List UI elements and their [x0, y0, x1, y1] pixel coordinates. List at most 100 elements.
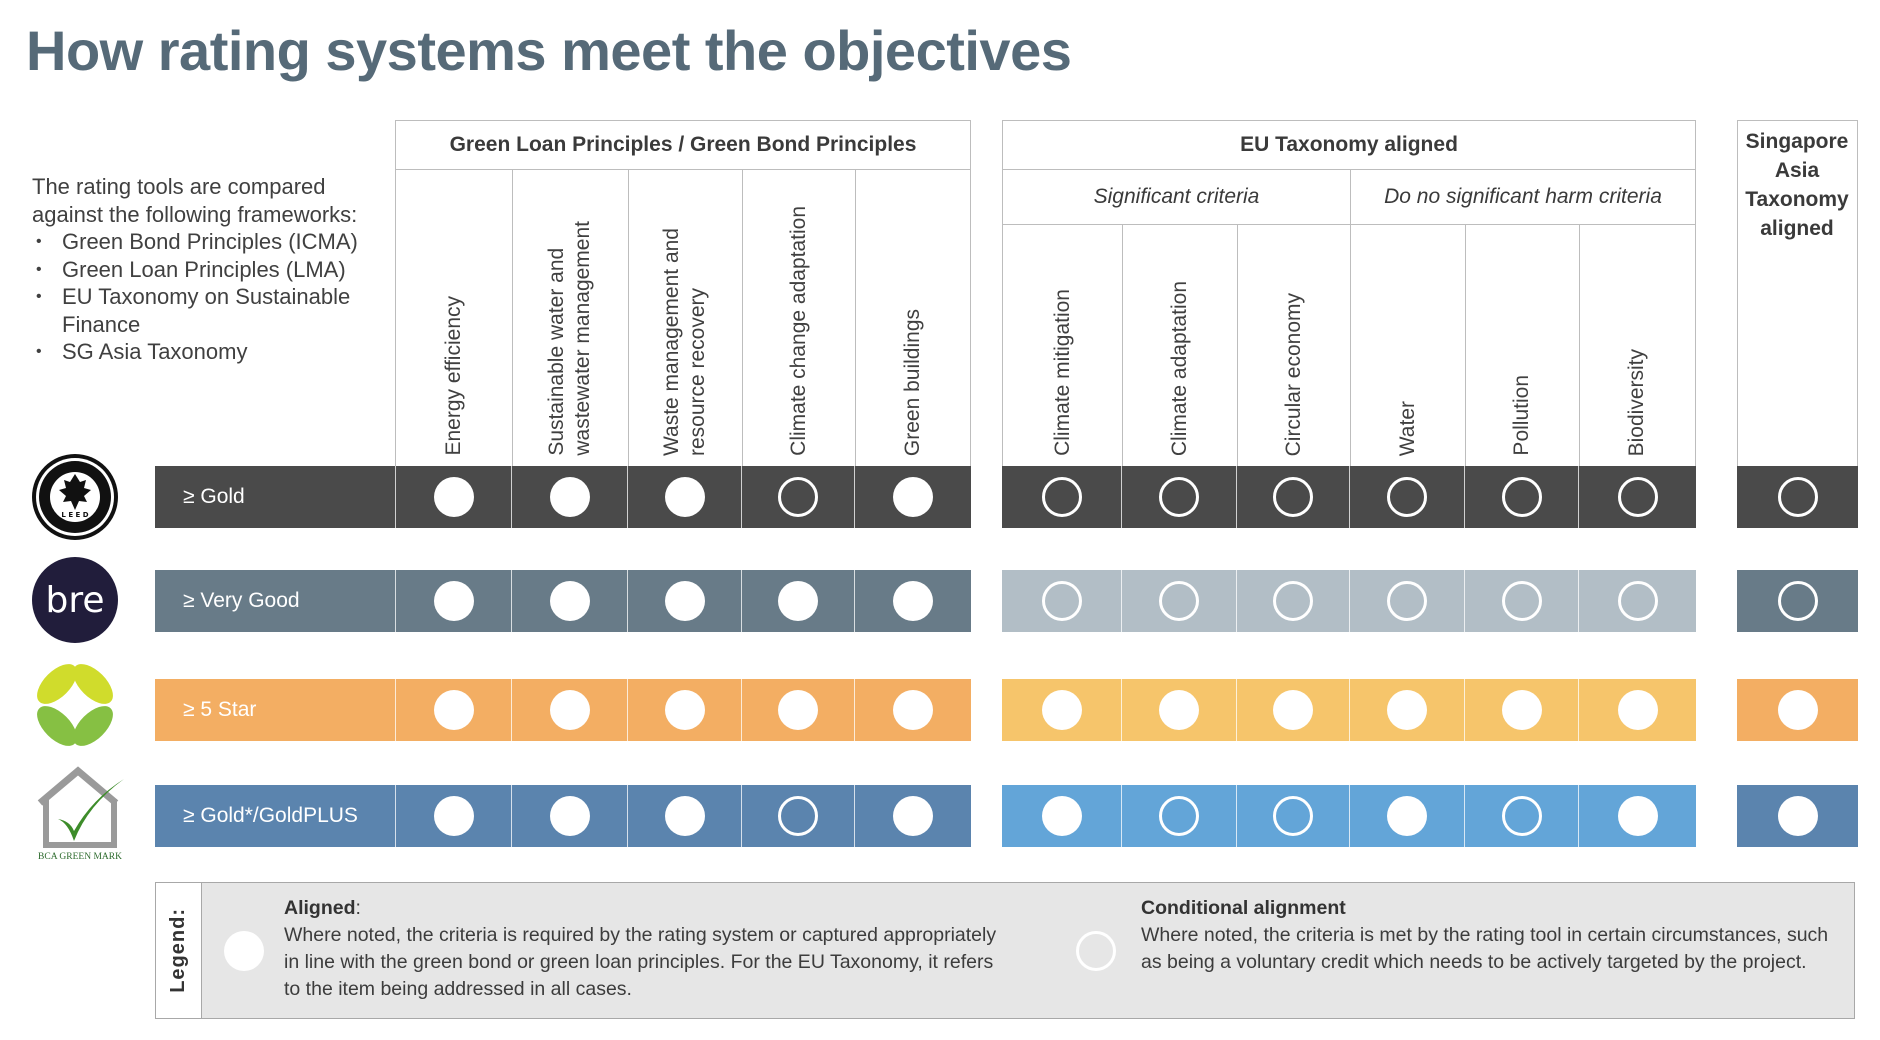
eu-cell: [1002, 570, 1121, 632]
rating-label-band: ≥ 5 Star: [155, 679, 395, 741]
page-title: How rating systems meet the objectives: [26, 19, 1072, 82]
leed-leaf-icon: L E E D: [32, 454, 118, 540]
aligned-dot-icon: [1617, 796, 1658, 836]
eu-cell: [1121, 466, 1236, 528]
column-header-climate-change-adaptation: Climate change adaptation: [786, 206, 810, 456]
aligned-dot-icon: [549, 796, 590, 836]
eu-cell: [1002, 785, 1121, 847]
aligned-dot-icon: [549, 690, 590, 730]
intro-paragraph: The rating tools are compared against th…: [32, 174, 358, 227]
eu-cell: [1578, 785, 1696, 847]
eu-cell: [1121, 570, 1236, 632]
eu-cell: [1349, 466, 1464, 528]
sg-cell: [1737, 570, 1858, 632]
conditional-ring-icon: [1041, 581, 1082, 621]
glp-cell: [511, 466, 627, 528]
aligned-dot-icon: [433, 796, 474, 836]
rating-threshold-label: ≥ Gold*/GoldPLUS: [183, 804, 358, 827]
eu-cell: [1236, 466, 1349, 528]
framework-item: EU Taxonomy on Sustainable Finance: [32, 283, 392, 338]
column-header-climate-mitigation: Climate mitigation: [1050, 289, 1074, 456]
legend-conditional-text: Where noted, the criteria is met by the …: [1141, 924, 1829, 973]
aligned-dot-icon: [433, 690, 474, 730]
house-check-icon: [37, 766, 124, 848]
sg-cell: [1737, 785, 1858, 847]
column-header-sustainable-water: Sustainable water and wastewater managem…: [545, 221, 594, 456]
conditional-ring-icon: [1777, 477, 1818, 517]
glp-cell: [511, 785, 627, 847]
sg-cell: [1737, 466, 1858, 528]
glp-cell: [854, 466, 971, 528]
eu-cell: [1578, 679, 1696, 741]
eu-group-title: EU Taxonomy aligned: [1240, 133, 1458, 156]
conditional-ring-icon: [1159, 477, 1199, 517]
aligned-dot-icon: [1617, 690, 1658, 730]
eu-column-headers: Climate mitigation Climate adaptation Ci…: [1003, 225, 1695, 466]
bre-icon: bre: [32, 557, 118, 643]
conditional-ring-icon: [1273, 477, 1313, 517]
aligned-dot-icon: [1777, 690, 1818, 730]
glp-cell: [627, 570, 741, 632]
aligned-dot-icon: [1387, 796, 1427, 836]
aligned-dot-icon: [778, 690, 818, 730]
conditional-ring-icon: [1777, 581, 1818, 621]
column-header-water: Water: [1395, 400, 1419, 456]
glp-cell: [511, 679, 627, 741]
aligned-dot-icon: [893, 690, 933, 730]
column-header-energy-efficiency: Energy efficiency: [442, 296, 465, 456]
conditional-ring-icon: [1076, 931, 1116, 971]
legend-aligned: Aligned: Where noted, the criteria is re…: [284, 895, 1004, 1003]
conditional-ring-icon: [1273, 796, 1313, 836]
conditional-ring-icon: [1501, 796, 1542, 836]
framework-list: Green Bond Principles (ICMA) Green Loan …: [32, 228, 392, 366]
legend: Legend: Aligned: Where noted, the criter…: [155, 882, 1855, 1019]
glp-column-headers: Energy efficiency Sustainable water and …: [396, 170, 970, 466]
eu-cell: [1464, 570, 1578, 632]
eu-cell: [1121, 679, 1236, 741]
eu-cell: [1002, 679, 1121, 741]
legend-conditional: Conditional alignment Where noted, the c…: [1141, 895, 1841, 976]
eu-cell: [1236, 570, 1349, 632]
framework-item: SG Asia Taxonomy: [32, 338, 392, 366]
sg-group-title: Singapore Asia Taxonomy aligned: [1745, 130, 1849, 240]
glp-cell: [395, 466, 511, 528]
eu-cell: [1349, 570, 1464, 632]
conditional-ring-icon: [778, 796, 818, 836]
sg-header-box: Singapore Asia Taxonomy aligned: [1737, 120, 1858, 467]
glp-cell: [741, 570, 854, 632]
legend-conditional-title: Conditional alignment: [1141, 897, 1346, 919]
aligned-dot-icon: [893, 477, 933, 517]
eu-cell: [1349, 785, 1464, 847]
aligned-dot-icon: [664, 581, 705, 621]
aligned-dot-icon: [1501, 690, 1542, 730]
eu-cell: [1002, 466, 1121, 528]
legend-aligned-colon: :: [355, 897, 361, 919]
eu-cell: [1464, 785, 1578, 847]
column-header-biodiversity: Biodiversity: [1625, 348, 1648, 456]
aligned-dot-icon: [549, 477, 590, 517]
glp-cell: [741, 679, 854, 741]
svg-text:L E E D: L E E D: [61, 511, 88, 519]
svg-text:bre: bre: [45, 580, 104, 621]
aligned-dot-icon: [664, 796, 705, 836]
green-star-icon: [37, 664, 113, 746]
glp-header-box: Green Loan Principles / Green Bond Princ…: [395, 120, 971, 467]
column-header-pollution: Pollution: [1510, 375, 1533, 456]
conditional-ring-icon: [1159, 581, 1199, 621]
eu-cell: [1121, 785, 1236, 847]
intro-text: The rating tools are compared against th…: [32, 173, 392, 366]
glp-cell: [741, 785, 854, 847]
rating-label-band: ≥ Gold*/GoldPLUS: [155, 785, 395, 847]
legend-tag: Legend:: [156, 883, 202, 1018]
conditional-ring-icon: [1159, 796, 1199, 836]
glp-cell: [627, 679, 741, 741]
column-header-waste-management: Waste management and resource recovery: [660, 227, 709, 456]
glp-cell: [854, 570, 971, 632]
aligned-dot-icon: [1041, 690, 1082, 730]
sg-cell: [1737, 679, 1858, 741]
conditional-ring-icon: [1387, 477, 1427, 517]
bca-green-mark-logo: BCA GREEN MARK: [30, 765, 130, 865]
framework-item: Green Bond Principles (ICMA): [32, 228, 392, 256]
glp-cell: [511, 570, 627, 632]
column-header-green-buildings: Green buildings: [900, 308, 924, 456]
